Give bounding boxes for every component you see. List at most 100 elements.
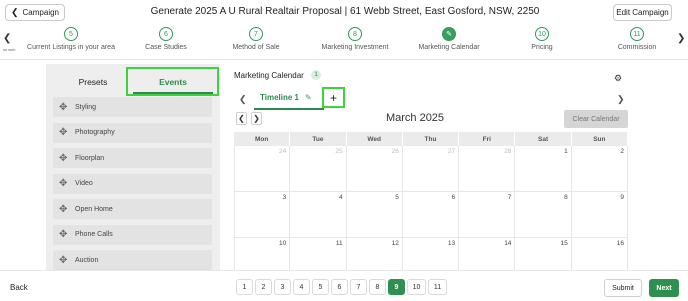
calendar-day-cell[interactable]: 2 xyxy=(571,146,628,192)
page-title: Generate 2025 A U Rural Realtair Proposa… xyxy=(150,6,540,17)
plus-icon: + xyxy=(329,90,337,105)
prev-month-button[interactable]: ❮ xyxy=(236,112,247,125)
event-item-label: Photography xyxy=(75,129,115,136)
calendar-day-cell[interactable]: 1 xyxy=(515,146,572,192)
page-button-8[interactable]: 8 xyxy=(369,279,386,295)
event-item[interactable]: ✥ Auction xyxy=(53,250,212,270)
event-item-label: Auction xyxy=(75,256,99,264)
step-9[interactable]: ✎ Marketing Calendar xyxy=(399,27,499,51)
back-button[interactable]: Back xyxy=(10,283,28,292)
edit-campaign-button[interactable]: Edit Campaign xyxy=(613,4,672,21)
step-4-label-truncated: ss web xyxy=(3,47,16,52)
page-button-7[interactable]: 7 xyxy=(350,279,367,295)
page-button-3[interactable]: 3 xyxy=(274,279,291,295)
step-10[interactable]: 10 Pricing xyxy=(492,27,592,51)
step-label: Case Studies xyxy=(145,44,187,51)
next-month-button[interactable]: ❯ xyxy=(251,112,262,125)
event-item-label: Styling xyxy=(75,103,97,111)
event-item[interactable]: ✥ Floorplan xyxy=(53,148,212,168)
weekday-header: Tue xyxy=(290,132,347,146)
step-label: Pricing xyxy=(531,44,553,51)
event-item[interactable]: ✥ Styling xyxy=(53,97,212,117)
event-item-label: Open Home xyxy=(75,205,113,213)
step-8[interactable]: 8 Marketing Investment xyxy=(305,27,405,51)
weekday-header: Wed xyxy=(346,132,403,146)
timeline-tab-underline xyxy=(254,108,324,110)
event-item[interactable]: ✥ Open Home xyxy=(53,199,212,219)
next-button[interactable]: Next xyxy=(649,279,679,297)
move-handle-icon[interactable]: ✥ xyxy=(59,204,71,215)
step-11[interactable]: 11 Commission xyxy=(587,27,687,51)
step-label: Current Listings in your area xyxy=(27,44,115,51)
calendar-day-cell[interactable]: 26 xyxy=(346,146,403,192)
calendar-day-cell[interactable]: 9 xyxy=(571,192,628,238)
event-item-label: Floorplan xyxy=(75,154,105,162)
step-label: Method of Sale xyxy=(232,44,280,51)
clear-calendar-button[interactable]: Clear Calendar xyxy=(564,110,628,128)
event-item[interactable]: ✥ Photography xyxy=(53,122,212,143)
edit-campaign-label: Edit Campaign xyxy=(616,8,669,17)
step-number: 6 xyxy=(159,27,173,41)
calendar-day-cell[interactable]: 8 xyxy=(515,192,572,238)
timeline-prev-chevron-icon[interactable]: ❮ xyxy=(239,94,247,105)
page-button-5[interactable]: 5 xyxy=(312,279,329,295)
calendar-header-label: Marketing Calendar xyxy=(234,71,304,80)
page-button-4[interactable]: 4 xyxy=(293,279,310,295)
move-handle-icon[interactable]: ✥ xyxy=(59,127,71,138)
step-5[interactable]: 5 Current Listings in your area xyxy=(21,27,121,51)
move-handle-icon[interactable]: ✥ xyxy=(59,178,71,189)
move-handle-icon[interactable]: ✥ xyxy=(59,102,71,113)
back-to-campaign-label: Campaign xyxy=(22,8,59,17)
weekday-header: Sat xyxy=(515,132,572,146)
gear-icon[interactable]: ⚙ xyxy=(614,73,622,84)
page-button-6[interactable]: 6 xyxy=(331,279,348,295)
page-button-9[interactable]: 9 xyxy=(388,279,405,295)
step-number: 7 xyxy=(249,27,263,41)
add-timeline-button[interactable]: + xyxy=(322,87,345,108)
calendar-day-cell[interactable]: 6 xyxy=(402,192,460,238)
weekday-header: Thu xyxy=(402,132,460,146)
calendar-day-cell[interactable]: 24 xyxy=(234,146,291,192)
tab-presets-label: Presets xyxy=(78,77,108,87)
event-item-label: Phone Calls xyxy=(75,231,113,238)
step-label: Commission xyxy=(617,44,657,51)
weekday-header: Mon xyxy=(234,132,291,146)
calendar-day-cell[interactable]: 4 xyxy=(290,192,347,238)
events-tab-highlight xyxy=(126,67,219,96)
calendar-day-cell[interactable]: 28 xyxy=(459,146,516,192)
tab-presets[interactable]: Presets xyxy=(60,68,126,96)
step-label: Marketing Investment xyxy=(321,44,389,51)
calendar-day-cell[interactable]: 7 xyxy=(459,192,516,238)
calendar-day-cell[interactable]: 25 xyxy=(290,146,347,192)
event-item[interactable]: ✥ Phone Calls xyxy=(53,224,212,245)
timeline-next-chevron-icon[interactable]: ❯ xyxy=(617,94,625,105)
weekday-header: Fri xyxy=(459,132,516,146)
event-item[interactable]: ✥ Video xyxy=(53,173,212,194)
page-button-2[interactable]: 2 xyxy=(255,279,272,295)
calendar-day-cell[interactable]: 5 xyxy=(346,192,403,238)
move-handle-icon[interactable]: ✥ xyxy=(59,229,71,240)
pencil-icon: ✎ xyxy=(442,27,456,41)
move-handle-icon[interactable]: ✥ xyxy=(59,255,71,266)
pencil-icon[interactable]: ✎ xyxy=(305,93,312,102)
tab-timeline-1[interactable]: Timeline 1 xyxy=(260,93,299,102)
back-to-campaign-button[interactable]: ❮ Campaign xyxy=(5,4,65,21)
step-7[interactable]: 7 Method of Sale xyxy=(206,27,306,51)
step-6[interactable]: 6 Case Studies xyxy=(116,27,216,51)
month-title: March 2025 xyxy=(385,112,445,124)
step-number: 10 xyxy=(535,27,549,41)
stepper-prev-arrow[interactable]: ❮ xyxy=(3,33,11,44)
calendar-day-cell[interactable]: 27 xyxy=(402,146,460,192)
page-button-10[interactable]: 10 xyxy=(407,279,426,295)
calendar-day-cell[interactable]: 3 xyxy=(234,192,291,238)
step-number: 8 xyxy=(348,27,362,41)
calendar-count-badge: 1 xyxy=(311,70,321,80)
chevron-left-icon: ❮ xyxy=(10,7,19,17)
weekday-header: Sun xyxy=(571,132,628,146)
step-label: Marketing Calendar xyxy=(418,44,480,51)
move-handle-icon[interactable]: ✥ xyxy=(59,153,71,164)
page-button-1[interactable]: 1 xyxy=(236,279,253,295)
page-button-11[interactable]: 11 xyxy=(428,279,447,295)
submit-button[interactable]: Submit xyxy=(604,279,642,297)
event-item-label: Video xyxy=(75,180,93,187)
